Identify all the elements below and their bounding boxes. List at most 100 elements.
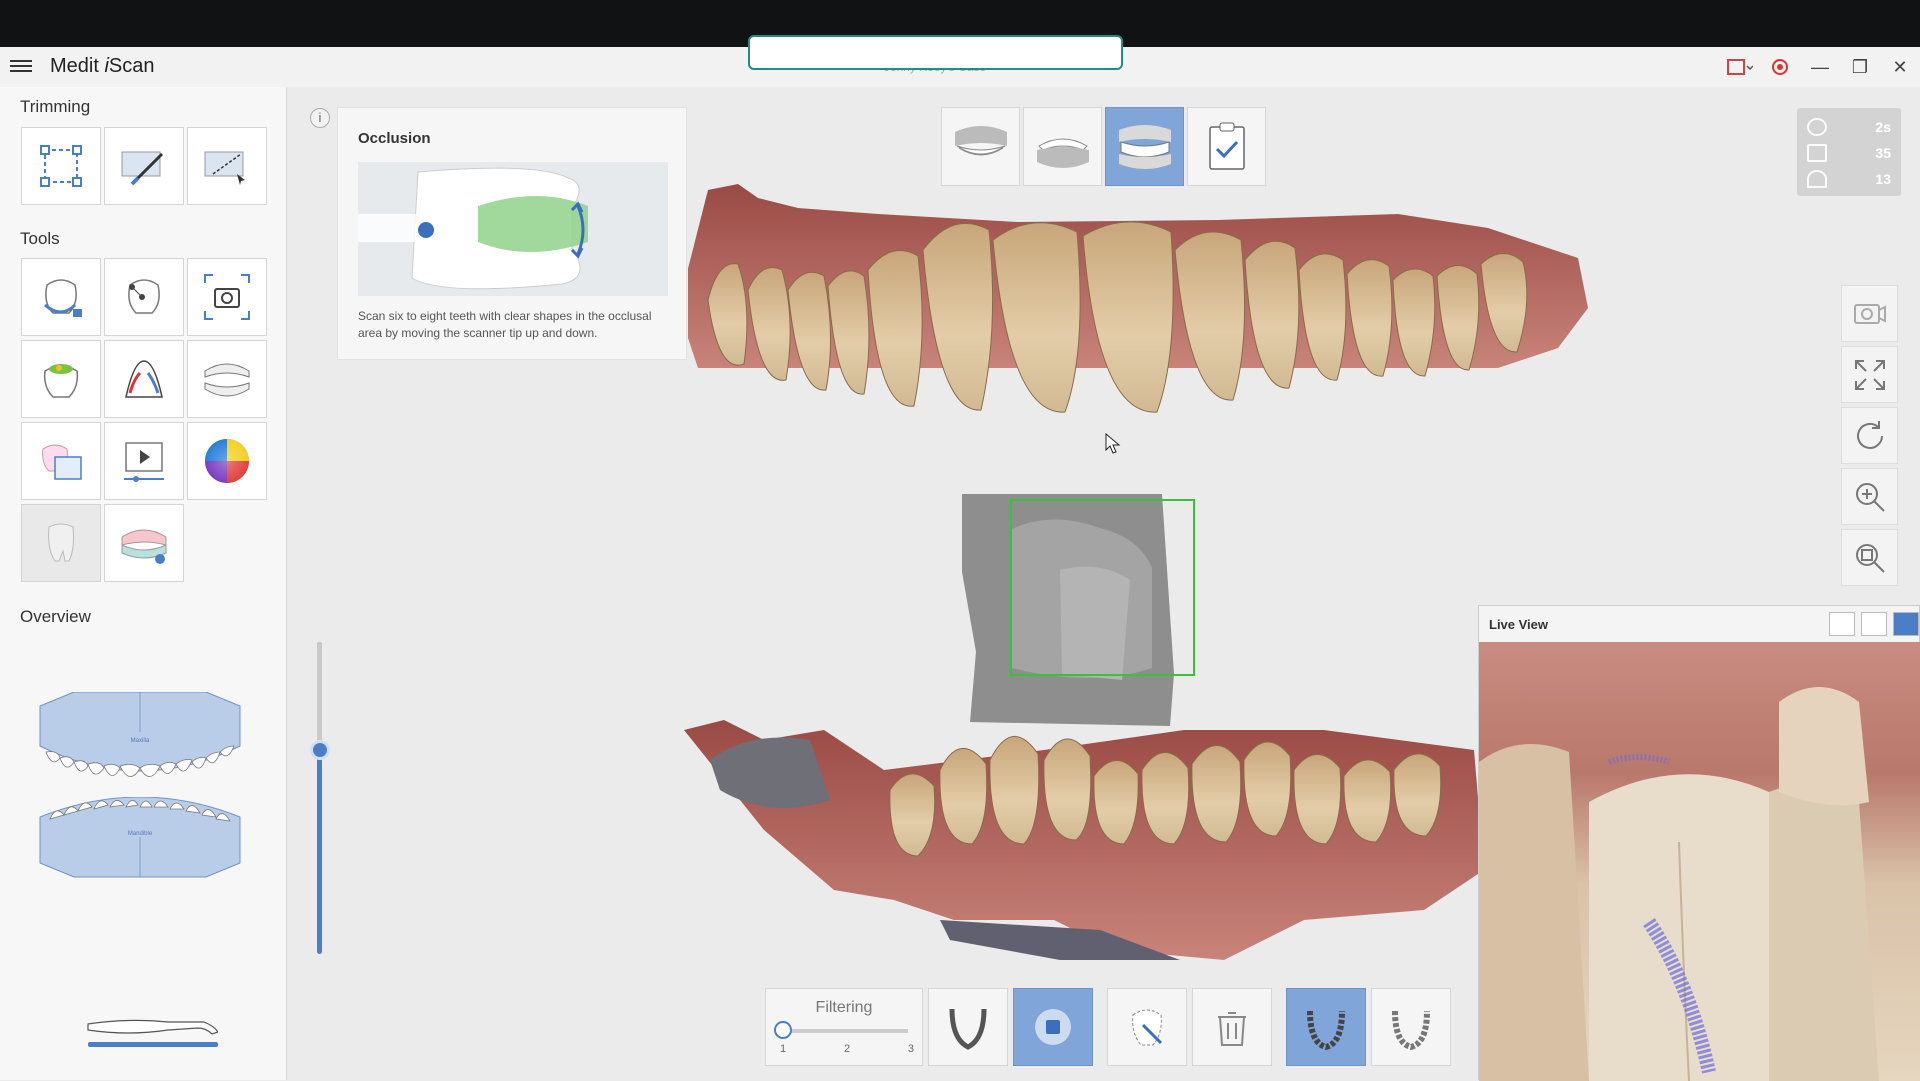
tools-heading: Tools — [20, 229, 60, 248]
stat-rotation: 13 — [1807, 166, 1891, 192]
color-wheel-icon — [205, 439, 249, 483]
live-view-pin-button[interactable] — [1861, 612, 1887, 636]
tab-mandible[interactable] — [1023, 107, 1102, 186]
shade-tool[interactable] — [21, 504, 101, 582]
brush-icon — [121, 151, 164, 186]
upper-arch-view-button[interactable] — [1286, 988, 1366, 1066]
camera-icon — [1853, 303, 1886, 324]
shots-icon — [1807, 144, 1827, 162]
tooth-lock-icon — [44, 279, 82, 317]
jaw-icon — [204, 363, 250, 397]
lasso-trim-tool[interactable] — [187, 127, 267, 205]
lasso-icon — [204, 151, 245, 185]
tab-maxilla[interactable] — [941, 107, 1020, 186]
depth-slider-track-inactive — [317, 642, 322, 752]
screen-capture-icon[interactable] — [1720, 47, 1760, 87]
live-view-panel: Live View — [1478, 605, 1920, 1081]
overview-heading: Overview — [20, 607, 91, 626]
lower-jaw-model[interactable] — [680, 700, 1480, 970]
fit-view-button[interactable] — [1841, 346, 1898, 403]
stat-shots: 35 — [1807, 140, 1891, 166]
checklist-icon — [1208, 122, 1245, 170]
replay-tool[interactable] — [104, 422, 184, 500]
screenshot-button[interactable] — [1841, 285, 1898, 342]
box-select-icon — [40, 145, 82, 187]
play-video-icon — [124, 442, 164, 482]
restore-icon[interactable]: ❐ — [1840, 47, 1880, 87]
filter-level-3[interactable]: 3 — [908, 1043, 914, 1055]
mandible-overview[interactable]: Mandible — [36, 797, 244, 883]
undercut-icon — [125, 360, 163, 398]
undercut-tool[interactable] — [104, 340, 184, 418]
mandible-label: Mandible — [128, 831, 153, 837]
arch-model-icon — [121, 529, 167, 564]
scan-stage-tabs — [941, 107, 1266, 186]
close-icon[interactable]: ✕ — [1880, 47, 1920, 87]
lower-arch-view-button[interactable] — [1371, 988, 1451, 1066]
tooth-color-icon — [43, 364, 79, 398]
info-icon[interactable]: i — [310, 108, 330, 128]
refresh-icon — [1856, 420, 1883, 449]
minimize-icon[interactable]: — — [1800, 47, 1840, 87]
margin-tool[interactable] — [21, 340, 101, 418]
filter-level-2[interactable]: 2 — [844, 1043, 850, 1055]
ai-clean-button[interactable] — [1107, 988, 1187, 1066]
orthodontic-tool[interactable] — [104, 504, 184, 582]
record-icon[interactable] — [1760, 47, 1800, 87]
trash-icon — [1218, 1012, 1246, 1046]
occlusion-guide-illustration — [358, 162, 668, 296]
lock-area-tool[interactable] — [21, 258, 101, 336]
delete-button[interactable] — [1192, 988, 1272, 1066]
scan-stats-panel: 2s 35 13 — [1797, 108, 1901, 196]
expand-icon — [1854, 359, 1885, 390]
upper-jaw-model[interactable] — [688, 180, 1603, 450]
filtering-label: Filtering — [815, 999, 873, 1016]
brush-trim-tool[interactable] — [104, 127, 184, 205]
filter-level-1[interactable]: 1 — [780, 1043, 786, 1055]
zoom-area-icon — [1855, 543, 1885, 573]
arch-outline-icon — [949, 1008, 987, 1050]
filtering-handle[interactable] — [774, 1021, 792, 1039]
menu-icon[interactable] — [10, 57, 32, 77]
compare-tool[interactable] — [21, 422, 101, 500]
scan-controls-bar: Filtering 1 2 3 — [765, 988, 1451, 1066]
scan-guide-panel: Occlusion Scan six to eight teeth with c… — [337, 107, 687, 360]
filtering-track[interactable] — [784, 1029, 908, 1033]
top-text-input[interactable] — [748, 35, 1123, 70]
occlusion-tool[interactable] — [187, 340, 267, 418]
trimming-heading: Trimming — [20, 97, 91, 116]
stop-icon — [1035, 1009, 1071, 1045]
app-title: Medit iScan — [50, 55, 155, 77]
zoom-in-icon — [1855, 482, 1885, 512]
live-camera-feed — [1479, 642, 1920, 1081]
depth-slider-handle[interactable] — [310, 740, 330, 760]
maxilla-overview[interactable]: Maxilla — [36, 692, 244, 792]
rotation-icon — [1807, 170, 1827, 188]
live-view-minimize-button[interactable] — [1829, 612, 1855, 636]
timer-icon — [1807, 118, 1827, 136]
scanner-icon — [87, 1019, 218, 1047]
stop-scan-button[interactable] — [1013, 988, 1093, 1066]
left-sidebar: Trimming Tools Overview Maxilla Mandible — [0, 87, 287, 1080]
camera-frame-icon — [204, 274, 250, 320]
capture-tool[interactable] — [187, 258, 267, 336]
tooth-dots-icon — [128, 279, 160, 314]
lower-jaw-icon — [1036, 138, 1089, 168]
color-tool[interactable] — [187, 422, 267, 500]
live-view-controls — [1829, 612, 1919, 636]
upper-jaw-icon — [954, 125, 1007, 155]
scan-mode-button[interactable] — [928, 988, 1008, 1066]
zoom-fit-button[interactable] — [1841, 529, 1898, 586]
zoom-in-button[interactable] — [1841, 468, 1898, 525]
filtering-slider[interactable]: Filtering 1 2 3 — [765, 988, 923, 1066]
tab-occlusion[interactable] — [1105, 107, 1184, 186]
tab-review[interactable] — [1187, 107, 1266, 186]
occlusion-icon — [1118, 124, 1171, 169]
live-view-dock-button[interactable] — [1893, 612, 1919, 636]
mouse-cursor — [1105, 433, 1121, 454]
tooth-compare-icon — [42, 444, 82, 480]
select-trim-tool[interactable] — [21, 127, 101, 205]
reset-view-button[interactable] — [1841, 407, 1898, 464]
area-filter-tool[interactable] — [104, 258, 184, 336]
view-toolbar — [1841, 285, 1898, 590]
